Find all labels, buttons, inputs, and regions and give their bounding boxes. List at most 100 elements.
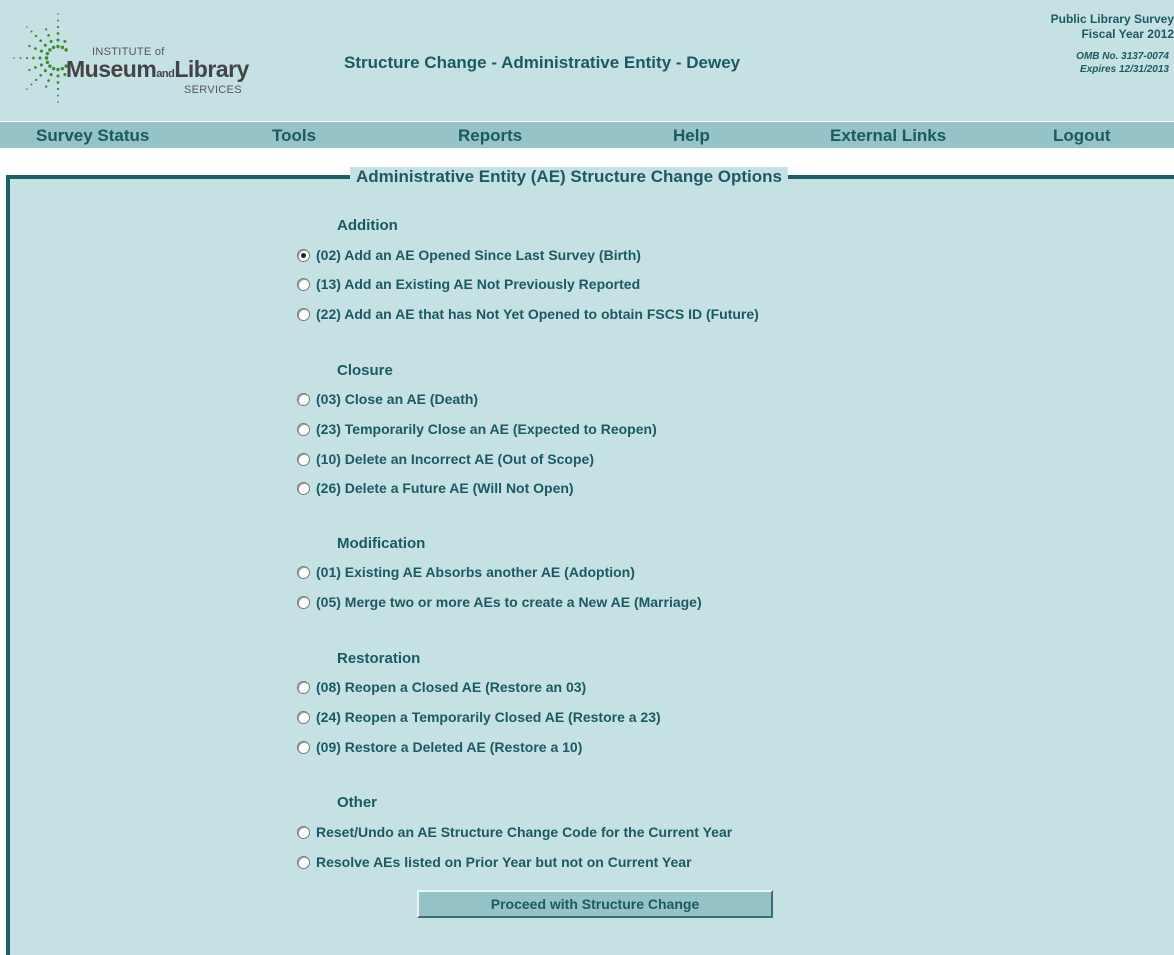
panel-legend: Administrative Entity (AE) Structure Cha…	[350, 167, 788, 187]
logo-dot	[63, 39, 67, 43]
logo-dot	[48, 48, 52, 52]
radio-button[interactable]	[297, 248, 310, 262]
section-title-modification: Modification	[337, 535, 426, 552]
logo-starburst-icon	[13, 13, 68, 103]
logo-dot	[56, 67, 60, 72]
logo-dot	[48, 64, 52, 68]
logo-dot	[43, 69, 47, 73]
radio-button[interactable]	[297, 595, 310, 609]
option-09-restore-deleted[interactable]: (09) Restore a Deleted AE (Restore a 10)	[297, 738, 582, 756]
logo-dot	[56, 38, 60, 42]
logo-dot	[56, 87, 60, 91]
logo-dot	[57, 94, 59, 97]
logo-dot	[39, 63, 43, 67]
option-05-marriage[interactable]: (05) Merge two or more AEs to create a N…	[297, 593, 702, 611]
logo-dot	[13, 57, 15, 59]
option-label: (03) Close an AE (Death)	[316, 391, 479, 407]
logo-dot	[51, 66, 56, 71]
logo-dot	[34, 47, 37, 50]
option-02-birth[interactable]: (02) Add an AE Opened Since Last Survey …	[297, 246, 641, 264]
radio-button[interactable]	[297, 825, 310, 839]
option-label: (02) Add an AE Opened Since Last Survey …	[316, 247, 641, 263]
option-label: (23) Temporarily Close an AE (Expected t…	[316, 421, 657, 437]
section-title-addition: Addition	[337, 217, 398, 234]
logo-dot	[57, 13, 59, 15]
logo-dot	[39, 73, 43, 77]
nav-external-links[interactable]: External Links	[830, 122, 946, 148]
logo-dot	[45, 51, 50, 56]
option-03-death[interactable]: (03) Close an AE (Death)	[297, 390, 478, 408]
option-10-delete-incorrect[interactable]: (10) Delete an Incorrect AE (Out of Scop…	[297, 450, 594, 468]
option-label: (24) Reopen a Temporarily Closed AE (Res…	[316, 709, 661, 725]
logo-dot	[60, 66, 65, 71]
option-label: (05) Merge two or more AEs to create a N…	[316, 594, 702, 610]
option-26-delete-future[interactable]: (26) Delete a Future AE (Will Not Open)	[297, 479, 574, 497]
nav-survey-status[interactable]: Survey Status	[36, 122, 149, 148]
radio-button[interactable]	[297, 565, 310, 579]
section-title-restoration: Restoration	[337, 650, 421, 667]
logo-dot	[34, 66, 37, 69]
logo-dot	[26, 88, 28, 90]
logo-dot	[28, 68, 31, 72]
logo-dot	[38, 56, 42, 60]
radio-button[interactable]	[297, 392, 310, 406]
logo-dot	[49, 73, 53, 77]
logo-services-text: SERVICES	[184, 84, 242, 96]
radio-button[interactable]	[297, 422, 310, 436]
structure-change-options-panel: Administrative Entity (AE) Structure Cha…	[6, 167, 1174, 955]
logo-dot	[56, 32, 60, 35]
logo-dot	[57, 19, 59, 22]
logo-dot	[32, 56, 35, 60]
nav-help[interactable]: Help	[673, 122, 710, 148]
logo-dot	[34, 78, 38, 82]
option-24-reopen-temp[interactable]: (24) Reopen a Temporarily Closed AE (Res…	[297, 708, 661, 726]
fiscal-year: Fiscal Year 2012	[1081, 27, 1174, 41]
nav-reports[interactable]: Reports	[458, 122, 522, 148]
expiration-date: Expires 12/31/2013	[1080, 64, 1169, 75]
option-reset-undo[interactable]: Reset/Undo an AE Structure Change Code f…	[297, 823, 732, 841]
logo-dot	[34, 34, 38, 38]
logo-dot	[47, 34, 50, 37]
logo-dot	[64, 48, 68, 52]
proceed-button[interactable]: Proceed with Structure Change	[417, 890, 773, 918]
logo-dot	[30, 83, 33, 86]
logo-dot	[49, 39, 53, 43]
radio-button[interactable]	[297, 307, 310, 321]
radio-button[interactable]	[297, 710, 310, 724]
imls-logo[interactable]: INSTITUTE of MuseumandLibrary SERVICES	[6, 12, 266, 104]
logo-dot	[57, 101, 59, 103]
radio-button[interactable]	[297, 452, 310, 466]
section-title-closure: Closure	[337, 362, 393, 379]
option-23-temp-close[interactable]: (23) Temporarily Close an AE (Expected t…	[297, 420, 657, 438]
radio-button[interactable]	[297, 277, 310, 291]
logo-dot	[28, 44, 31, 48]
radio-button[interactable]	[297, 481, 310, 495]
option-label: (01) Existing AE Absorbs another AE (Ado…	[316, 564, 635, 580]
omb-number: OMB No. 3137-0074	[1076, 51, 1169, 62]
option-08-reopen[interactable]: (08) Reopen a Closed AE (Restore an 03)	[297, 678, 586, 696]
logo-dot	[60, 45, 65, 50]
logo-dot	[56, 81, 60, 84]
logo-dot	[44, 56, 49, 60]
radio-button[interactable]	[297, 680, 310, 694]
survey-name: Public Library Survey	[1050, 12, 1174, 26]
option-label: (08) Reopen a Closed AE (Restore an 03)	[316, 679, 587, 695]
logo-dot	[56, 25, 60, 29]
option-label: (13) Add an Existing AE Not Previously R…	[316, 276, 641, 292]
logo-dot	[30, 30, 33, 33]
option-resolve-prior-year[interactable]: Resolve AEs listed on Prior Year but not…	[297, 853, 692, 871]
option-label: (09) Restore a Deleted AE (Restore a 10)	[316, 739, 583, 755]
nav-logout[interactable]: Logout	[1053, 122, 1111, 148]
option-22-future[interactable]: (22) Add an AE that has Not Yet Opened t…	[297, 305, 759, 323]
logo-dot	[39, 49, 43, 53]
survey-info: Public Library Survey Fiscal Year 2012 O…	[1051, 12, 1174, 76]
option-01-adoption[interactable]: (01) Existing AE Absorbs another AE (Ado…	[297, 563, 635, 581]
logo-dot	[56, 44, 60, 49]
radio-button[interactable]	[297, 740, 310, 754]
radio-button[interactable]	[297, 855, 310, 869]
logo-dot	[39, 39, 43, 43]
option-13-existing[interactable]: (13) Add an Existing AE Not Previously R…	[297, 275, 640, 293]
section-title-other: Other	[337, 794, 378, 811]
logo-dot	[51, 45, 56, 50]
nav-tools[interactable]: Tools	[272, 122, 316, 148]
